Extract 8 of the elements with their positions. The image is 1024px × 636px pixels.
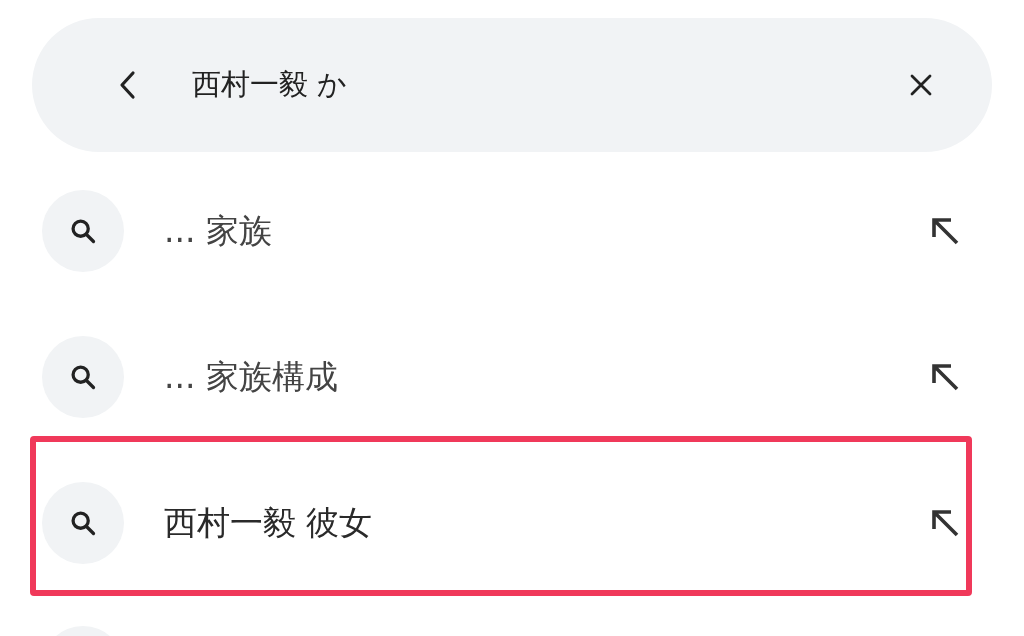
search-icon	[69, 217, 97, 245]
search-icon	[69, 363, 97, 391]
suggestion-text[interactable]: ... 家族	[164, 206, 928, 256]
close-icon[interactable]	[908, 72, 934, 98]
suggestion-text[interactable]: 西村一毅 彼女	[164, 498, 928, 548]
search-icon	[69, 509, 97, 537]
suggestion-text[interactable]: ... 家族構成	[164, 352, 928, 402]
search-field[interactable]: 西村一毅 か	[192, 63, 908, 107]
